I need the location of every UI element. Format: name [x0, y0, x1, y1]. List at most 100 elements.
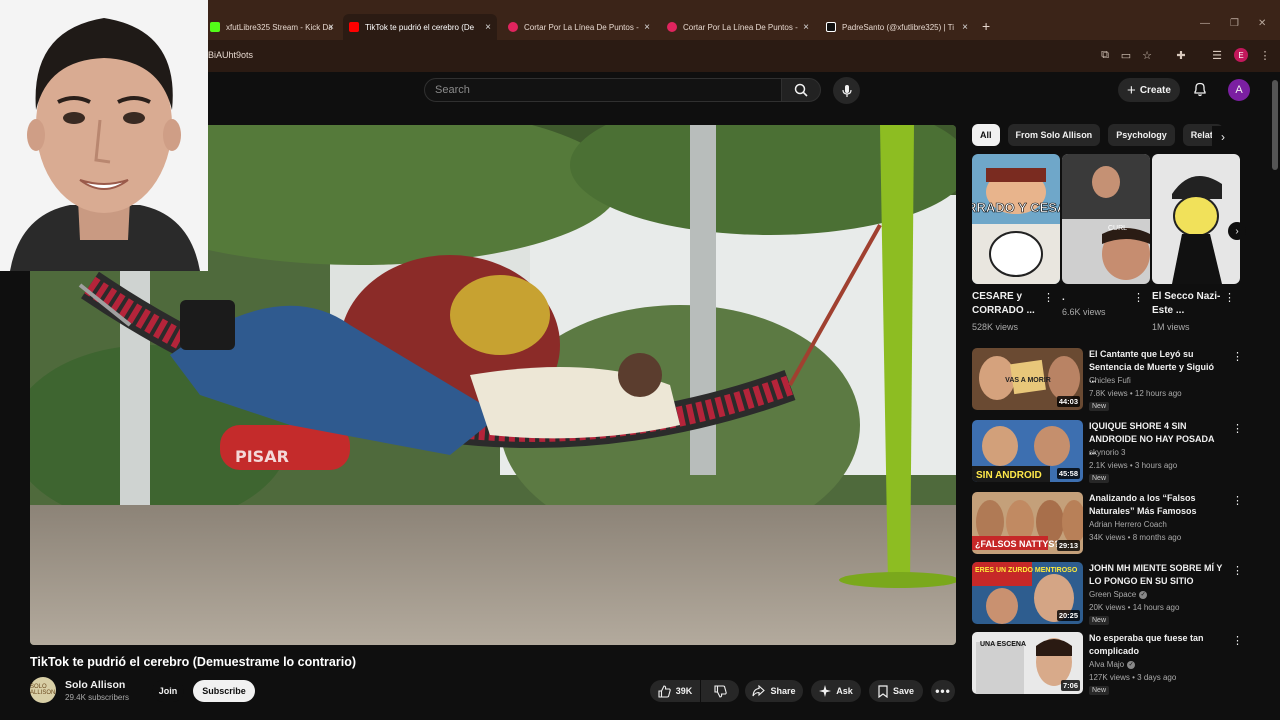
join-button[interactable]: Join: [152, 680, 184, 702]
search-icon: [794, 83, 808, 97]
short-overlay-text: CURL: [1108, 225, 1127, 232]
notifications-button[interactable]: [1193, 81, 1207, 102]
short-title[interactable]: .: [1062, 291, 1136, 305]
video-thumbnail[interactable]: UNA ESCENA 7:06: [972, 632, 1083, 694]
video-menu-icon[interactable]: ⋮: [1232, 564, 1243, 577]
browser-menu-icon[interactable]: ⋮: [1258, 48, 1272, 62]
reading-list-icon[interactable]: ☰: [1210, 48, 1224, 62]
cast-icon[interactable]: ▭: [1119, 48, 1133, 62]
recommended-video[interactable]: ERES UN ZURDO MENTIROSO 20:25 JOHN MH MI…: [972, 562, 1243, 628]
video-thumbnail[interactable]: SIN ANDROID 45:58: [972, 420, 1083, 482]
chips-next-arrow-icon[interactable]: ›: [1212, 126, 1234, 148]
video-meta: 7.8K views • 12 hours ago: [1089, 389, 1182, 398]
close-window-icon[interactable]: ✕: [1258, 18, 1266, 29]
shorts-next-arrow-icon[interactable]: ›: [1228, 222, 1246, 240]
short-thumbnail[interactable]: CORRADO Y CESARE: [972, 154, 1060, 284]
ask-button[interactable]: Ask: [811, 680, 861, 702]
webcam-person-image: [0, 0, 208, 271]
channel-name[interactable]: Solo Allison: [65, 679, 125, 691]
channel-name[interactable]: skynorio 3: [1089, 448, 1125, 457]
short-menu-icon[interactable]: ⋮: [1043, 293, 1054, 304]
search-button[interactable]: [781, 78, 821, 102]
thumbnail-text: VAS A MORIR: [1005, 377, 1051, 384]
video-menu-icon[interactable]: ⋮: [1232, 634, 1243, 647]
video-meta: 2.1K views • 3 hours ago: [1089, 461, 1178, 470]
channel-name[interactable]: Alva Majo ✓: [1089, 660, 1136, 669]
video-thumbnail[interactable]: ERES UN ZURDO MENTIROSO 20:25: [972, 562, 1083, 624]
short-thumbnail[interactable]: [1152, 154, 1240, 284]
recommended-video[interactable]: UNA ESCENA 7:06 No esperaba que fuese ta…: [972, 632, 1243, 698]
channel-name[interactable]: Chicles Fufi: [1089, 376, 1131, 385]
video-thumbnail[interactable]: ¿FALSOS NATTYS? 29:13: [972, 492, 1083, 554]
save-button[interactable]: Save: [869, 680, 923, 702]
channel-name[interactable]: Adrian Herrero Coach: [1089, 520, 1167, 529]
voice-search-button[interactable]: [833, 77, 860, 104]
browser-tab-tiktok[interactable]: PadreSanto (@xfutlibre325) | Ti ×: [820, 16, 974, 38]
account-avatar[interactable]: A: [1228, 79, 1250, 101]
channel-name[interactable]: Green Space ✓: [1089, 590, 1148, 599]
tab-close-icon[interactable]: ×: [962, 22, 968, 33]
youtube-favicon-icon: [349, 22, 359, 32]
video-title[interactable]: No esperaba que fuese tan complicado: [1089, 632, 1223, 657]
chip-all[interactable]: All: [972, 124, 1000, 146]
chip-from-solo-allison[interactable]: From Solo Allison: [1007, 124, 1101, 146]
recommended-video[interactable]: SIN ANDROID 45:58 IQUIQUE SHORE 4 SIN AN…: [972, 420, 1243, 486]
short-menu-icon[interactable]: ⋮: [1224, 293, 1235, 304]
screen: xfutLibre325 Stream - Kick Dash × TikTok…: [0, 0, 1280, 720]
short-image-cesare: CORRADO Y CESARE: [972, 154, 1060, 284]
page-scrollbar[interactable]: [1272, 80, 1278, 170]
short-title[interactable]: CESARE y CORRADO ...: [972, 290, 1046, 318]
dislike-button[interactable]: [701, 680, 739, 702]
minimize-icon[interactable]: —: [1200, 18, 1210, 29]
short-image-curl: CURL: [1062, 154, 1150, 284]
recommended-video[interactable]: VAS A MORIR 44:03 El Cantante que Leyó s…: [972, 348, 1243, 414]
filter-chips: All From Solo Allison Psychology Related: [972, 124, 1231, 146]
new-badge: New: [1089, 616, 1110, 625]
share-label: Share: [770, 686, 796, 696]
browser-profile-avatar[interactable]: E: [1234, 48, 1248, 62]
browser-tab-youtube[interactable]: TikTok te pudrió el cerebro (De ×: [343, 14, 497, 40]
site-favicon-icon: [508, 22, 518, 32]
browser-tab-cortar-2[interactable]: Cortar Por La Línea De Puntos - ×: [661, 16, 815, 38]
video-duration: 29:13: [1056, 540, 1080, 551]
thumbs-down-icon: [713, 684, 727, 698]
new-tab-button[interactable]: +: [982, 18, 990, 34]
video-title[interactable]: Analizando a los “Falsos Naturales” Más …: [1089, 492, 1223, 517]
short-thumbnail[interactable]: CURL: [1062, 154, 1150, 284]
search-input[interactable]: Search: [424, 78, 782, 102]
tab-close-icon[interactable]: ×: [803, 22, 809, 33]
restore-icon[interactable]: ❐: [1230, 18, 1239, 29]
create-button[interactable]: + Create: [1118, 78, 1180, 102]
short-views: 1M views: [1152, 322, 1190, 332]
tab-close-icon[interactable]: ×: [644, 22, 650, 33]
share-button[interactable]: Share: [745, 680, 803, 702]
short-title[interactable]: El Secco Nazi- Este ...: [1152, 290, 1226, 318]
video-thumbnail[interactable]: VAS A MORIR 44:03: [972, 348, 1083, 410]
recommended-video[interactable]: ¿FALSOS NATTYS? 29:13 Analizando a los “…: [972, 492, 1243, 558]
like-button[interactable]: 39K: [650, 680, 700, 702]
channel-name-text: Green Space: [1089, 590, 1137, 599]
video-meta: 127K views • 3 days ago: [1089, 673, 1177, 682]
thumbnail-text: ¿FALSOS NATTYS?: [975, 539, 1060, 549]
translate-icon[interactable]: ⧉: [1098, 48, 1112, 62]
video-menu-icon[interactable]: ⋮: [1232, 422, 1243, 435]
extensions-icon[interactable]: ✚: [1174, 48, 1188, 62]
browser-tab-cortar-1[interactable]: Cortar Por La Línea De Puntos - ×: [502, 16, 656, 38]
sign-text: PISAR: [235, 447, 289, 466]
tab-close-icon[interactable]: ×: [328, 22, 334, 33]
subscribe-button[interactable]: Subscribe: [193, 680, 255, 702]
short-menu-icon[interactable]: ⋮: [1133, 293, 1144, 304]
browser-tab-kick[interactable]: xfutLibre325 Stream - Kick Dash ×: [204, 16, 340, 38]
new-badge: New: [1089, 686, 1110, 695]
video-menu-icon[interactable]: ⋮: [1232, 494, 1243, 507]
channel-avatar[interactable]: SOLO ALLISON: [30, 677, 56, 703]
url-text[interactable]: BiAUht9ots: [208, 50, 253, 60]
video-menu-icon[interactable]: ⋮: [1232, 350, 1243, 363]
tab-close-icon[interactable]: ×: [485, 22, 491, 33]
like-count: 39K: [675, 686, 693, 696]
bookmark-star-icon[interactable]: ☆: [1140, 48, 1154, 62]
video-title[interactable]: JOHN MH MIENTE SOBRE MÍ Y LO PONGO EN SU…: [1089, 562, 1223, 587]
more-actions-button[interactable]: •••: [931, 680, 955, 702]
chip-psychology[interactable]: Psychology: [1108, 124, 1175, 146]
new-badge: New: [1089, 474, 1110, 483]
